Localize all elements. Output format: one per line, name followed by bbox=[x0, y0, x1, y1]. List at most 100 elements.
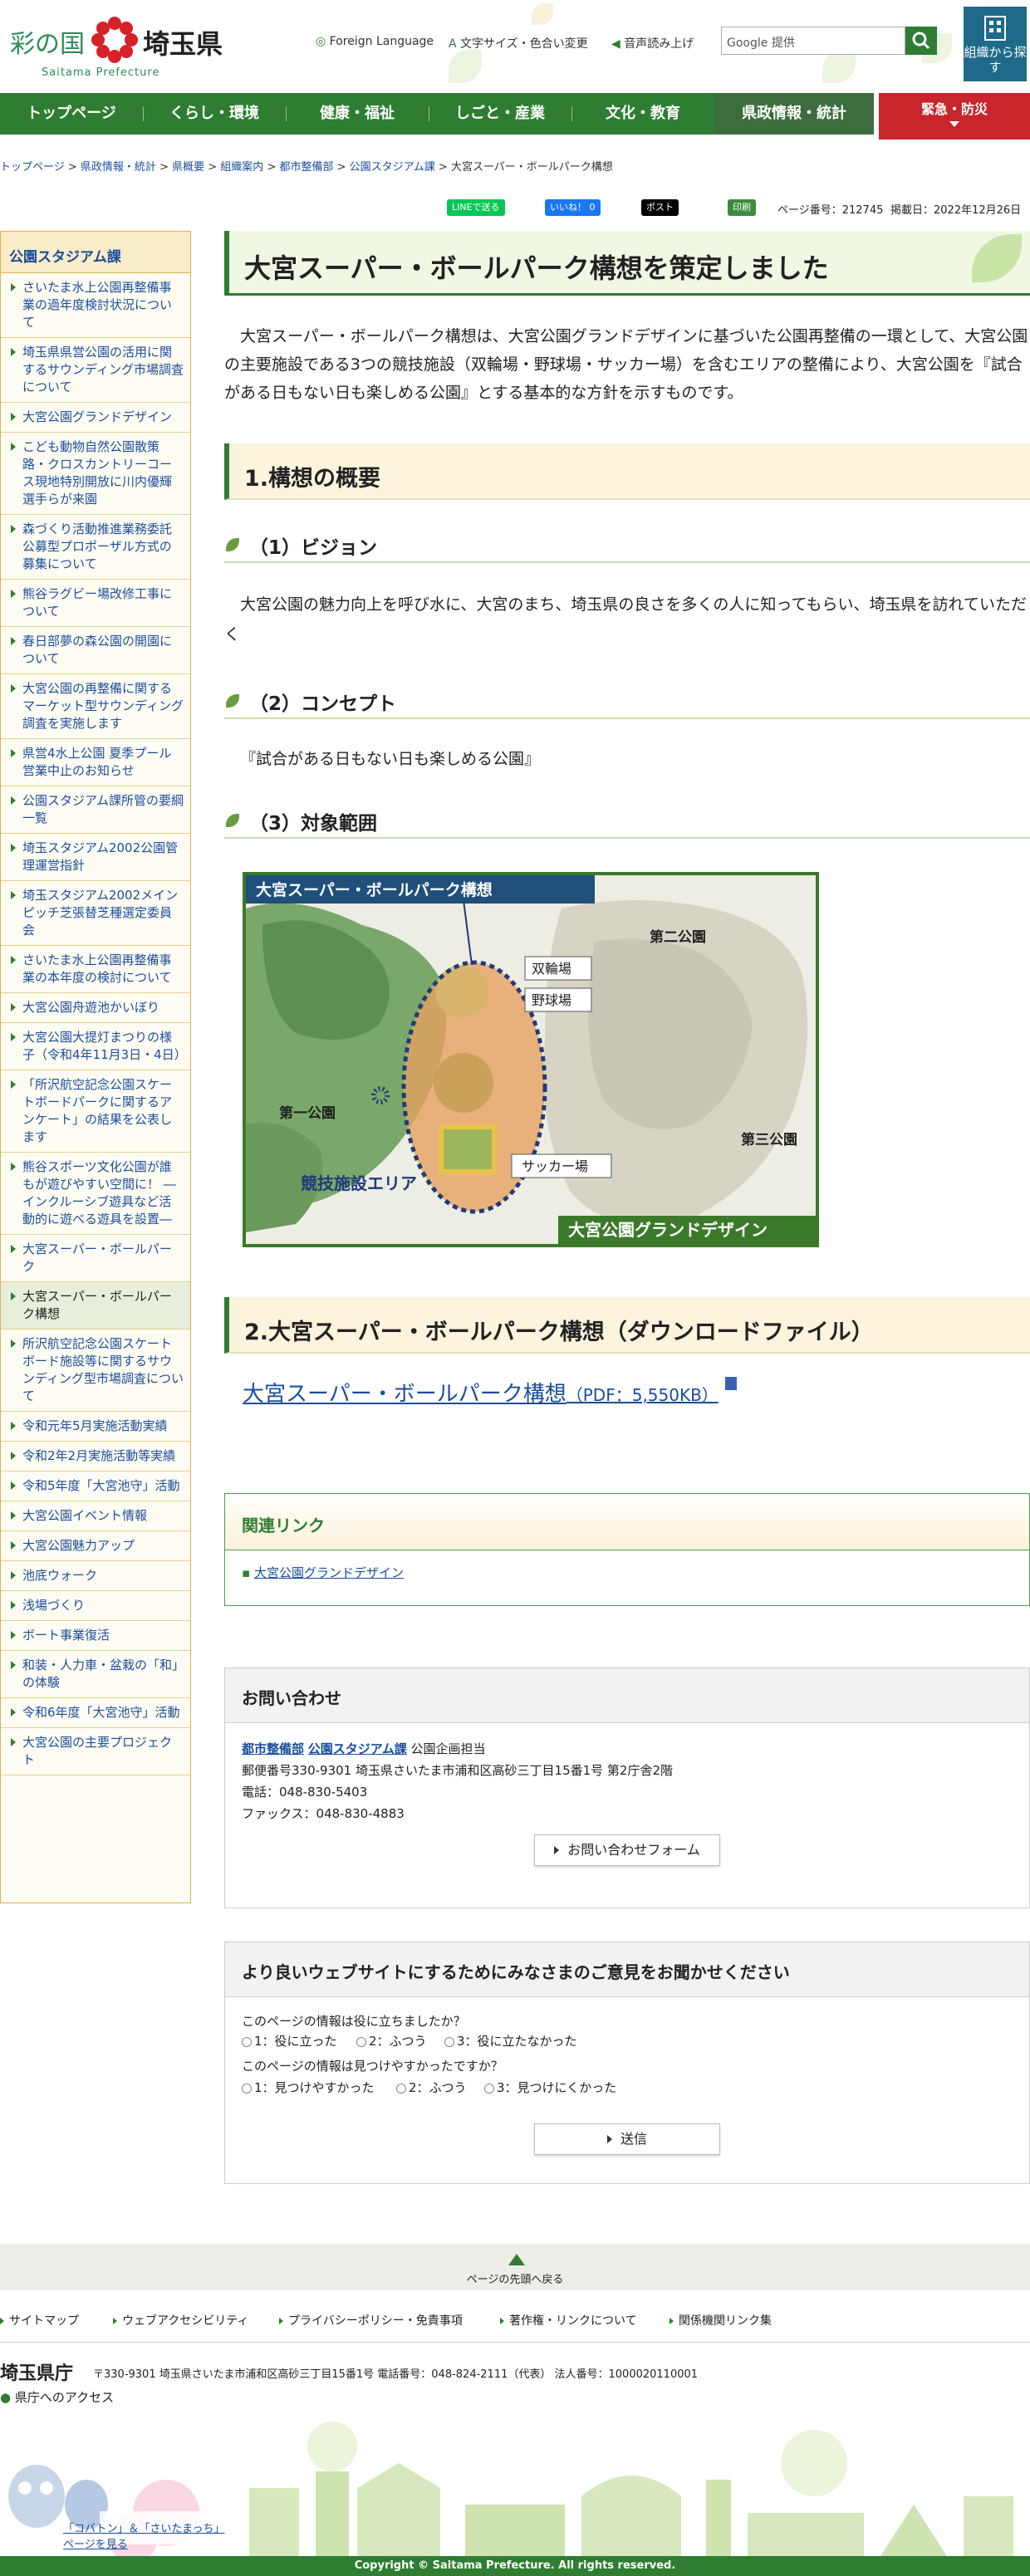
kobaton-emblem-icon bbox=[91, 17, 138, 63]
foreign-language-link[interactable]: ◎ Foreign Language bbox=[316, 35, 434, 48]
triangle-right-icon bbox=[11, 844, 16, 852]
sidebar-item[interactable]: 大宮公園の再整備に関するマーケット型サウンディング調査を実施します bbox=[1, 674, 190, 739]
nav-culture[interactable]: 文化・教育 bbox=[571, 93, 714, 135]
sidebar-item[interactable]: 熊谷スポーツ文化公園が誰もが遊びやすい空間に！ ―インクルーシブ遊具など活動的に… bbox=[1, 1153, 190, 1235]
survey-q2-option-2[interactable]: 2：ふつう bbox=[396, 2079, 467, 2096]
sidebar-item[interactable]: 池底ウォーク bbox=[1, 1561, 190, 1591]
breadcrumb-link[interactable]: 県政情報・統計 bbox=[81, 161, 156, 174]
sidebar-item[interactable]: 公園スタジアム課所管の要綱一覧 bbox=[1, 786, 190, 834]
footer-link-sitemap[interactable]: サイトマップ bbox=[0, 2312, 79, 2329]
sidebar-item[interactable]: 大宮公園魅力アップ bbox=[1, 1531, 190, 1561]
sidebar-item[interactable]: 埼玉スタジアム2002公園管理運営指針 bbox=[1, 834, 190, 881]
map-label-baseball: 野球場 bbox=[532, 993, 571, 1008]
sidebar-item-label: 大宮公園の主要プロジェクト bbox=[22, 1735, 173, 1767]
nav-health[interactable]: 健康・福祉 bbox=[286, 93, 429, 135]
sidebar-item[interactable]: 令和元年5月実施活動実績 bbox=[1, 1412, 190, 1442]
breadcrumb-link[interactable]: トップページ bbox=[0, 161, 65, 174]
nav-top[interactable]: トップページ bbox=[0, 93, 143, 135]
option-label: 2：ふつう bbox=[369, 2034, 427, 2049]
contact-section-link[interactable]: 公園スタジアム課 bbox=[308, 1741, 407, 1756]
triangle-right-icon bbox=[11, 1003, 16, 1011]
download-pdf-size: （PDF：5,550KB） bbox=[566, 1385, 719, 1405]
line-share-button[interactable]: LINEで送る bbox=[447, 199, 505, 216]
footer-link-related[interactable]: 関係機関リンク集 bbox=[670, 2312, 772, 2329]
sidebar-item[interactable]: 令和2年2月実施活動等実績 bbox=[1, 1442, 190, 1472]
footer-link-copyright[interactable]: 著作権・リンクについて bbox=[500, 2312, 637, 2329]
breadcrumb-link[interactable]: 組織案内 bbox=[220, 161, 263, 174]
survey-q1-option-2[interactable]: 2：ふつう bbox=[356, 2032, 427, 2050]
sidebar-item[interactable]: 令和6年度「大宮池守」活動 bbox=[1, 1698, 190, 1728]
globe-icon: ◎ bbox=[316, 35, 326, 48]
triangle-right-icon bbox=[11, 1631, 16, 1639]
sidebar-item-label: 令和6年度「大宮池守」活動 bbox=[22, 1705, 180, 1720]
triangle-right-icon bbox=[11, 283, 16, 291]
survey-q1-option-3[interactable]: 3：役に立たなかった bbox=[444, 2032, 577, 2050]
sidebar-item[interactable]: 浅場づくり bbox=[1, 1591, 190, 1621]
mascot-page-link[interactable]: 「コバトン」＆「さいたまっち」ページを見る bbox=[63, 2520, 229, 2551]
page-title: 大宮スーパー・ボールパーク構想を策定しました bbox=[224, 231, 1030, 296]
download-pdf-link[interactable]: 大宮スーパー・ボールパーク構想（PDF：5,550KB） bbox=[243, 1377, 738, 1408]
sidebar-item[interactable]: 埼玉スタジアム2002メインピッチ芝張替芝種選定委員会 bbox=[1, 881, 190, 946]
sidebar-item[interactable]: 大宮公園の主要プロジェクト bbox=[1, 1728, 190, 1775]
sidebar-item[interactable]: 熊谷ラグビー場改修工事について bbox=[1, 580, 190, 627]
facebook-like-button[interactable]: いいね！ 0 bbox=[545, 199, 601, 216]
contact-form-button[interactable]: お問い合わせフォーム bbox=[534, 1834, 720, 1866]
sidebar-item-label: 令和元年5月実施活動実績 bbox=[22, 1418, 168, 1433]
related-link[interactable]: 大宮公園グランドデザイン bbox=[254, 1565, 404, 1580]
triangle-right-icon bbox=[11, 1422, 16, 1430]
nav-living[interactable]: くらし・環境 bbox=[143, 93, 286, 135]
breadcrumb-link[interactable]: 都市整備部 bbox=[279, 161, 333, 174]
sidebar-item[interactable]: 「所沢航空記念公園スケートボードパークに関するアンケート」の結果を公表します bbox=[1, 1070, 190, 1153]
search-button[interactable] bbox=[905, 27, 937, 55]
sidebar-item[interactable]: 和装・人力車・盆栽の「和」の体験 bbox=[1, 1651, 190, 1698]
footer-access-link[interactable]: ● 県庁へのアクセス bbox=[0, 2388, 114, 2406]
search-input[interactable]: Google 提供 bbox=[721, 27, 905, 55]
back-to-top[interactable]: ページの先頭へ戻る bbox=[0, 2244, 1030, 2290]
sidebar-item[interactable]: 大宮公園大提灯まつりの様子（令和4年11月3日・4日） bbox=[1, 1023, 190, 1070]
survey-submit-button[interactable]: 送信 bbox=[534, 2123, 720, 2155]
option-label: 1：役に立った bbox=[254, 2034, 337, 2049]
speech-link[interactable]: ◀ 音声読み上げ bbox=[611, 35, 694, 51]
font-color-link[interactable]: A 文字サイズ・色合い変更 bbox=[449, 35, 588, 51]
sidebar-item[interactable]: こども動物自然公園散策路・クロスカントリーコース現地特別開放に川内優輝選手らが来… bbox=[1, 433, 190, 515]
sidebar-item[interactable]: さいたま水上公園再整備事業の過年度検討状況について bbox=[1, 273, 190, 338]
sidebar-item[interactable]: 令和5年度「大宮池守」活動 bbox=[1, 1472, 190, 1501]
print-button[interactable]: 印刷 bbox=[728, 199, 756, 216]
sidebar-item[interactable]: ボート事業復活 bbox=[1, 1621, 190, 1651]
org-search-button[interactable]: 組織から探す bbox=[964, 7, 1027, 81]
sidebar-item[interactable]: 埼玉県県営公園の活用に関するサウンディング市場調査について bbox=[1, 338, 190, 403]
global-nav: トップページ くらし・環境 健康・福祉 しごと・産業 文化・教育 県政情報・統計… bbox=[0, 93, 1030, 141]
sidebar-item[interactable]: さいたま水上公園再整備事業の本年度の検討について bbox=[1, 946, 190, 993]
font-size-icon: A bbox=[449, 37, 457, 51]
footer-link-privacy[interactable]: プライバシーポリシー・免責事項 bbox=[279, 2312, 463, 2329]
sidebar-item[interactable]: 森づくり活動推進業務委託公募型プロポーザル方式の募集について bbox=[1, 515, 190, 580]
nav-prefecture[interactable]: 県政情報・統計 bbox=[714, 93, 874, 135]
subheading-vision: （1）ビジョン bbox=[224, 526, 1030, 563]
nav-work[interactable]: しごと・産業 bbox=[429, 93, 571, 135]
sidebar-item[interactable]: 大宮スーパー・ボールパーク bbox=[1, 1235, 190, 1282]
sidebar-item-label: 大宮公園大提灯まつりの様子（令和4年11月3日・4日） bbox=[22, 1030, 187, 1062]
breadcrumb-link[interactable]: 県概要 bbox=[172, 161, 204, 174]
sidebar-item[interactable]: 大宮公園グランドデザイン bbox=[1, 403, 190, 433]
logo-text-2: 埼玉県 bbox=[143, 28, 223, 60]
sidebar-item[interactable]: 県営4水上公園 夏季プール営業中止のお知らせ bbox=[1, 739, 190, 786]
nav-emergency[interactable]: 緊急・防災 bbox=[879, 93, 1030, 140]
sidebar-item[interactable]: 大宮公園イベント情報 bbox=[1, 1501, 190, 1531]
sidebar-item[interactable]: 所沢航空記念公園スケートボード施設等に関するサウンディング型市場調査について bbox=[1, 1330, 190, 1412]
sidebar-item-label: 「所沢航空記念公園スケートボードパークに関するアンケート」の結果を公表します bbox=[22, 1077, 173, 1144]
sidebar-item[interactable]: 大宮公園舟遊池かいぼり bbox=[1, 993, 190, 1023]
survey-q1-option-1[interactable]: 1：役に立った bbox=[242, 2032, 337, 2050]
survey-q2-option-3[interactable]: 3：見つけにくかった bbox=[484, 2079, 616, 2096]
x-post-button[interactable]: ポスト bbox=[641, 199, 679, 216]
sidebar-item[interactable]: 春日部夢の森公園の開園について bbox=[1, 627, 190, 674]
sidebar-item[interactable]: 大宮スーパー・ボールパーク構想 bbox=[1, 1282, 190, 1330]
survey-q2-option-1[interactable]: 1：見つけやすかった bbox=[242, 2079, 375, 2096]
footer-link-label: 著作権・リンクについて bbox=[509, 2314, 637, 2328]
publish-date: 掲載日：2022年12月26日 bbox=[890, 204, 1022, 217]
footer-link-accessibility[interactable]: ウェブアクセシビリティ bbox=[113, 2312, 248, 2329]
breadcrumb-link[interactable]: 公園スタジアム課 bbox=[350, 161, 435, 174]
contact-dept-link[interactable]: 都市整備部 bbox=[242, 1741, 304, 1756]
sidebar-title-link[interactable]: 公園スタジアム課 bbox=[9, 249, 121, 266]
site-logo[interactable]: 彩の国 埼玉県 Saitama Prefecture bbox=[10, 12, 226, 79]
contact-dept-line: 都市整備部 公園スタジアム課 公園企画担当 bbox=[242, 1740, 486, 1757]
